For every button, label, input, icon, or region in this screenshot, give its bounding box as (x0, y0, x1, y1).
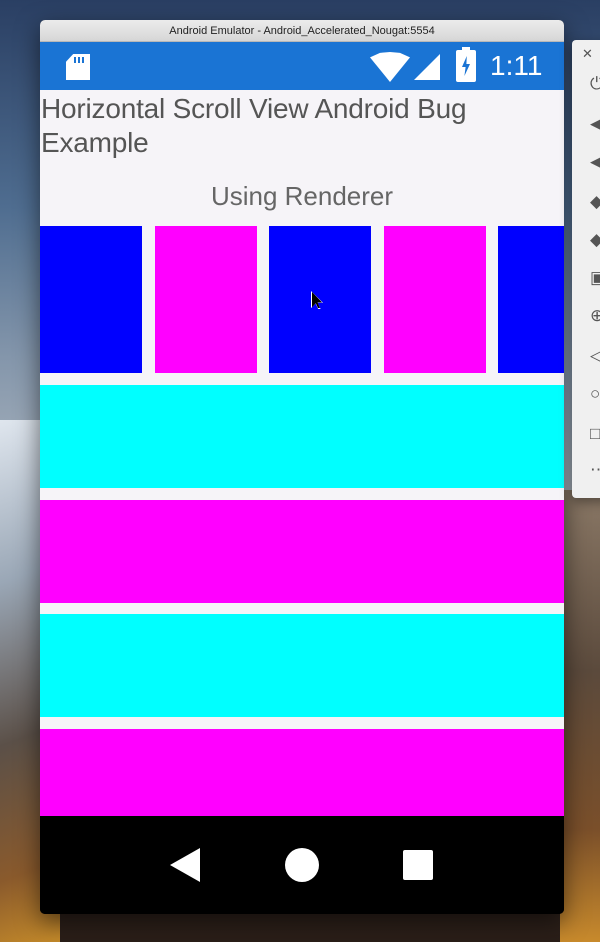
horizontal-item-4[interactable] (384, 226, 486, 373)
rotate-left-icon[interactable]: ◆ (590, 192, 600, 212)
volume-down-icon[interactable]: ◀ (590, 152, 600, 172)
list-row-4[interactable] (40, 729, 564, 816)
android-status-bar: 1:11 (40, 42, 564, 90)
close-icon[interactable]: ✕ (582, 46, 593, 62)
home-icon[interactable] (285, 848, 319, 882)
home-icon[interactable]: ○ (590, 384, 600, 404)
horizontal-item-1[interactable] (40, 226, 142, 373)
list-row-2[interactable] (40, 500, 564, 603)
app-content: Horizontal Scroll View Android Bug Examp… (40, 90, 564, 816)
android-nav-bar (40, 816, 564, 914)
emulator-window: Android Emulator - Android_Accelerated_N… (40, 20, 564, 914)
back-icon[interactable]: ◁ (590, 346, 600, 366)
list-row-1[interactable] (40, 385, 564, 488)
back-icon[interactable] (170, 848, 200, 882)
recents-icon[interactable] (403, 850, 433, 880)
camera-icon[interactable]: ▣ (590, 268, 600, 288)
horizontal-item-2[interactable] (155, 226, 257, 373)
horizontal-scroll-view[interactable] (40, 226, 564, 373)
window-title: Android Emulator - Android_Accelerated_N… (169, 24, 435, 37)
section-subtitle: Using Renderer (210, 181, 394, 211)
emulator-side-toolbar: ✕ ⏻ ◀ ◀ ◆ ◆ ▣ ⊕ ◁ ○ □ ⋯ (572, 40, 600, 498)
rotate-right-icon[interactable]: ◆ (590, 230, 600, 250)
overview-icon[interactable]: □ (590, 424, 600, 444)
window-titlebar[interactable]: Android Emulator - Android_Accelerated_N… (40, 20, 564, 42)
wifi-icon (370, 52, 410, 82)
sd-card-icon (66, 54, 90, 80)
list-row-3[interactable] (40, 614, 564, 717)
horizontal-item-5[interactable] (498, 226, 564, 373)
horizontal-item-3[interactable] (269, 226, 371, 373)
status-clock: 1:11 (490, 50, 543, 81)
power-icon[interactable]: ⏻ (590, 74, 600, 94)
cell-signal-icon (414, 54, 440, 80)
volume-up-icon[interactable]: ◀ (590, 114, 600, 134)
page-title: Horizontal Scroll View Android Bug Examp… (41, 93, 467, 158)
battery-charging-icon (456, 47, 476, 82)
desktop-background-right (560, 490, 600, 942)
more-icon[interactable]: ⋯ (590, 460, 600, 480)
zoom-icon[interactable]: ⊕ (590, 306, 600, 326)
